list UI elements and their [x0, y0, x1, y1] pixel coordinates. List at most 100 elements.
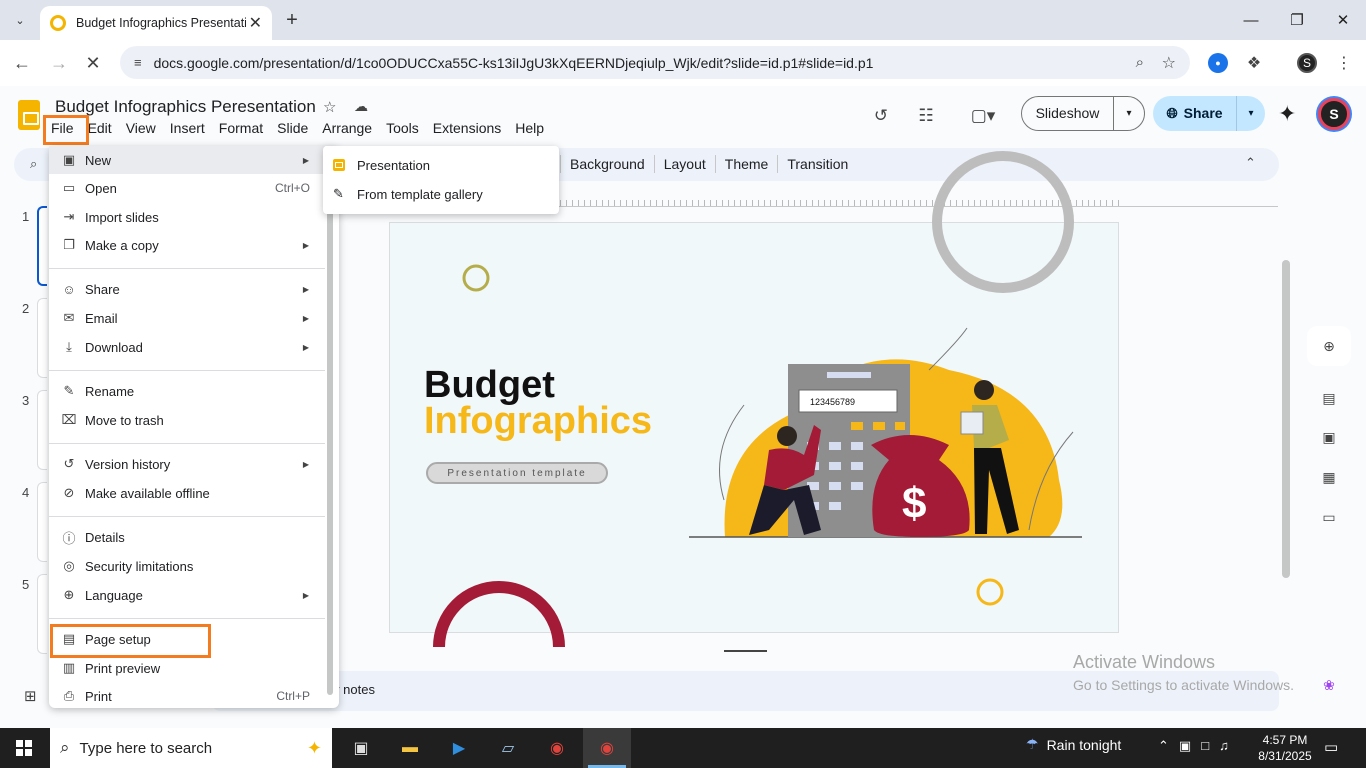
stop-loading-icon[interactable]: ✕: [81, 51, 105, 75]
extensions-puzzle-icon[interactable]: ❖: [1244, 53, 1264, 73]
menu-tools[interactable]: Tools: [379, 118, 426, 138]
menu-insert[interactable]: Insert: [163, 118, 212, 138]
contacts-icon[interactable]: ▦: [1314, 462, 1344, 492]
file-explorer-icon[interactable]: ▬: [392, 732, 428, 764]
weather-widget[interactable]: ☂ Rain tonight: [1026, 736, 1121, 753]
keep-notes-icon[interactable]: ▤: [1314, 383, 1344, 413]
site-settings-icon[interactable]: ≡: [134, 55, 142, 70]
menu-divider: [49, 618, 325, 619]
menu-scrollbar[interactable]: [327, 152, 333, 695]
canvas-scrollbar[interactable]: [1282, 260, 1290, 578]
address-bar[interactable]: ≡ docs.google.com/presentation/d/1co0ODU…: [120, 46, 1190, 79]
volume-icon[interactable]: ♫: [1219, 738, 1229, 754]
menu-slide[interactable]: Slide: [270, 118, 315, 138]
close-window-icon[interactable]: ✕: [1320, 6, 1366, 34]
menu-kebab-icon[interactable]: ⋮: [1334, 53, 1354, 73]
file-menu-item-print[interactable]: ⎙ Print Ctrl+P: [49, 682, 325, 710]
file-menu-item-print-preview[interactable]: ▥ Print preview: [49, 654, 325, 682]
comments-icon[interactable]: ☷: [914, 104, 938, 128]
slide-thumbnail[interactable]: [37, 298, 47, 378]
file-menu-item-details[interactable]: ⓘ Details: [49, 523, 325, 551]
file-menu-item-language[interactable]: ⊕ Language ▶: [49, 581, 325, 609]
gemini-sparkle-icon[interactable]: ✦: [1278, 101, 1296, 127]
file-menu-item-make-a-copy[interactable]: ❐ Make a copy ▶: [49, 231, 325, 259]
folder-icon: ▭: [62, 180, 76, 195]
toolbar-layout-button[interactable]: Layout: [655, 156, 715, 172]
menu-extensions[interactable]: Extensions: [426, 118, 508, 138]
menu-help[interactable]: Help: [508, 118, 551, 138]
chevron-down-icon[interactable]: ▾: [1237, 108, 1265, 119]
bookmark-star-icon[interactable]: ☆: [1162, 53, 1176, 73]
chevron-up-icon[interactable]: ⌃: [1158, 738, 1169, 754]
chevron-down-icon[interactable]: ▾: [1114, 108, 1144, 119]
menu-view[interactable]: View: [119, 118, 163, 138]
tasks-icon[interactable]: ▣: [1314, 422, 1344, 452]
add-image-icon[interactable]: ⊕: [1314, 331, 1344, 361]
submenu-item-presentation[interactable]: Presentation: [333, 151, 553, 179]
new-tab-plus-icon[interactable]: +: [280, 8, 304, 32]
file-menu-item-make-available-offline[interactable]: ⊘ Make available offline: [49, 479, 325, 507]
menu-arrange[interactable]: Arrange: [315, 118, 379, 138]
folder-icon[interactable]: ▭: [1314, 502, 1344, 532]
file-menu-item-rename[interactable]: ✎ Rename: [49, 377, 325, 405]
profile-avatar-icon[interactable]: S: [1297, 53, 1317, 73]
star-icon[interactable]: ☆: [323, 98, 336, 116]
file-menu-item-import-slides[interactable]: ⇥ Import slides: [49, 203, 325, 231]
chrome-icon[interactable]: ◉: [589, 732, 625, 764]
task-view-icon[interactable]: ▣: [343, 732, 379, 764]
file-menu-item-move-to-trash[interactable]: ⌧ Move to trash: [49, 406, 325, 434]
account-avatar[interactable]: S: [1318, 98, 1350, 130]
submenu-item-template-gallery[interactable]: ✎ From template gallery: [333, 180, 553, 208]
toolbar-background-button[interactable]: Background: [561, 156, 654, 172]
maximize-icon[interactable]: ❐: [1274, 6, 1320, 34]
slide-number: 4: [22, 485, 30, 500]
taskbar-search-box[interactable]: ⌕ Type here to search ✦: [50, 728, 332, 768]
slide-title-line-2[interactable]: Infographics: [424, 400, 652, 443]
notifications-icon[interactable]: ▭: [1324, 738, 1338, 756]
slide-pill-label[interactable]: Presentation template: [426, 462, 608, 484]
file-menu-item-new[interactable]: ▣ New ▶: [49, 146, 325, 174]
chevron-up-icon[interactable]: ⌃: [1245, 155, 1256, 171]
slide-thumbnail[interactable]: [37, 482, 47, 562]
slide-thumbnail[interactable]: [37, 574, 47, 654]
notes-resize-handle[interactable]: [724, 650, 767, 652]
file-menu-item-version-history[interactable]: ↺ Version history ▶: [49, 450, 325, 478]
chrome-profile-icon[interactable]: ◉: [539, 732, 575, 764]
forward-icon[interactable]: →: [47, 51, 71, 75]
meet-now-icon[interactable]: ▣: [1179, 738, 1191, 754]
taskbar-clock[interactable]: 4:57 PM 8/31/2025: [1252, 732, 1318, 764]
file-menu-item-open[interactable]: ▭ Open Ctrl+O: [49, 174, 325, 202]
windows-start-icon[interactable]: [0, 728, 48, 768]
network-icon[interactable]: □: [1201, 738, 1209, 754]
file-menu-item-download[interactable]: ⤓ Download ▶: [49, 333, 325, 361]
calculator-accent-keys: [851, 422, 905, 430]
slideshow-button[interactable]: Slideshow ▾: [1021, 96, 1145, 131]
version-history-icon[interactable]: ↺: [869, 104, 893, 128]
back-icon[interactable]: ←: [10, 51, 34, 75]
search-icon[interactable]: ⌕: [30, 156, 37, 172]
zoom-icon[interactable]: ⌕: [1136, 54, 1144, 71]
file-menu-item-share[interactable]: ☺ Share ▶: [49, 275, 325, 303]
minimize-icon[interactable]: —: [1228, 6, 1274, 34]
file-menu-item-security-limitations[interactable]: ◎ Security limitations: [49, 552, 325, 580]
slide-thumbnail[interactable]: [37, 206, 47, 286]
share-button[interactable]: 🌐︎ Share ▾: [1153, 96, 1265, 131]
slide-number: 5: [22, 577, 30, 592]
meet-camera-icon[interactable]: ▢▾: [963, 104, 1003, 128]
slides-logo-icon[interactable]: [18, 100, 40, 130]
file-menu-item-email[interactable]: ✉ Email ▶: [49, 304, 325, 332]
brain-addon-icon[interactable]: ❀: [1314, 670, 1344, 700]
browser-tab[interactable]: Budget Infographics Presentation - Googl…: [40, 6, 272, 40]
grid-view-icon[interactable]: ⊞: [24, 687, 37, 705]
slide-thumbnail[interactable]: [37, 390, 47, 470]
cloud-saved-icon[interactable]: ☁: [354, 98, 368, 115]
menu-format[interactable]: Format: [212, 118, 270, 138]
tab-list-icon[interactable]: ⌄: [8, 8, 32, 32]
document-title[interactable]: Budget Infographics Peresentation: [55, 97, 316, 117]
notepad-icon[interactable]: ▱: [490, 732, 526, 764]
toolbar-theme-button[interactable]: Theme: [716, 156, 778, 172]
close-tab-icon[interactable]: ✕: [249, 13, 262, 33]
toolbar-transition-button[interactable]: Transition: [778, 156, 857, 172]
media-player-icon[interactable]: ▶: [441, 732, 477, 764]
extension-badge-icon[interactable]: ●: [1208, 53, 1228, 73]
